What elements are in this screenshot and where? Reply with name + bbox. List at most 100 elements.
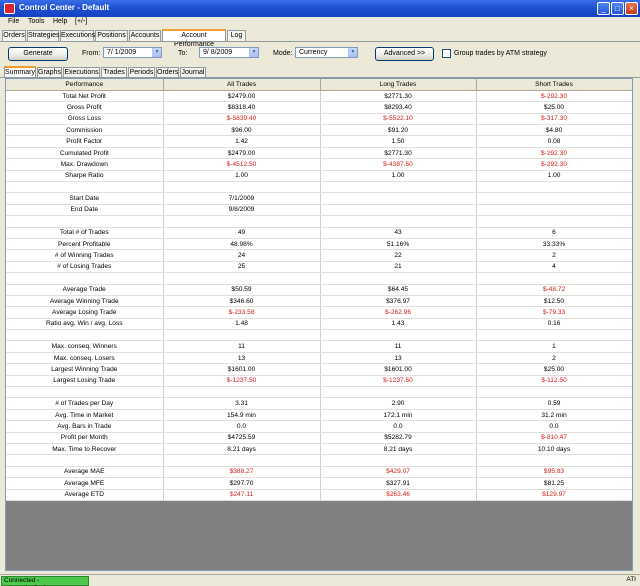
row-label: Average Losing Trade	[6, 306, 164, 319]
tab-account-performance[interactable]: Account Performance	[162, 29, 226, 48]
table-cell: $-292.30	[476, 158, 632, 171]
table-cell: $-317.30	[476, 113, 632, 126]
table-row[interactable]: Average ETD $247.11 $263.46 $129.97	[6, 489, 632, 501]
header-all-trades[interactable]: All Trades	[163, 79, 321, 91]
table-row[interactable]: Average Trade $50.59 $64.45 $-48.72	[6, 284, 632, 296]
menu-file[interactable]: File	[8, 18, 19, 25]
table-row[interactable]: Average Losing Trade $-233.58 $-262.96 $-79…	[6, 306, 632, 319]
table-row[interactable]: Average MFE $297.70 $327.91 $81.25	[6, 477, 632, 490]
table-cell: 1.48	[163, 318, 321, 331]
table-cell	[320, 215, 477, 228]
table-row[interactable]: Avg. Time in Market 154.9 min 172.1 min 31.…	[6, 409, 632, 422]
table-cell: 2	[476, 352, 632, 365]
table-cell: $95.83	[476, 466, 632, 479]
to-date-picker[interactable]: 9/ 8/2009 ▼	[199, 47, 259, 58]
header-short-trades[interactable]: Short Trades	[476, 79, 632, 91]
table-cell: 0.16	[476, 318, 632, 331]
table-row[interactable]	[6, 386, 632, 399]
table-cell: 0.08	[476, 135, 632, 148]
table-row[interactable]: Gross Profit $8318.40 $8293.40 $25.00	[6, 101, 632, 114]
tab-strategies[interactable]: Strategies	[27, 30, 60, 41]
table-row[interactable]: Largest Winning Trade $1601.00 $1601.00 $25…	[6, 363, 632, 376]
table-row[interactable]: Start Date 7/1/2009	[6, 192, 632, 205]
table-row[interactable]: Avg. Bars in Trade 0.0 0.0 0.0	[6, 420, 632, 433]
table-row[interactable]: Cumulated Profit $2479.00 $2771.30 $-292.30	[6, 147, 632, 160]
table-cell: $346.60	[163, 295, 321, 308]
table-cell: 9/8/2009	[163, 204, 321, 217]
table-row[interactable]: End Date 9/8/2009	[6, 204, 632, 217]
from-date-picker[interactable]: 7/ 1/2009 ▼	[103, 47, 162, 58]
performance-table-area[interactable]: Performance All Trades Long Trades Short…	[5, 78, 633, 571]
table-cell: $64.45	[320, 284, 477, 296]
minimize-button[interactable]: _	[597, 2, 610, 15]
table-cell	[6, 454, 164, 467]
chevron-down-icon[interactable]: ▼	[249, 48, 258, 57]
menu-tools[interactable]: Tools	[28, 18, 44, 25]
title-bar[interactable]: Control Center - Default _ □ ×	[0, 0, 640, 17]
group-by-atm-label: Group trades by ATM strategy	[454, 50, 547, 57]
table-row[interactable]	[6, 454, 632, 467]
table-row[interactable]: # of Trades per Day 3.31 2.90 0.59	[6, 397, 632, 410]
table-row[interactable]: Profit per Month $4725.59 $5282.79 $-810.47	[6, 432, 632, 445]
table-row[interactable]: Average MAE $388.27 $429.07 $95.83	[6, 466, 632, 479]
table-row[interactable]: Sharpe Ratio 1.00 1.00 1.00	[6, 170, 632, 183]
table-cell: 11	[320, 340, 477, 353]
table-row[interactable]: Gross Loss $-5839.40 $-5522.10 $-317.30	[6, 113, 632, 126]
table-row[interactable]: Max. conseq. Winners 11 11 1	[6, 340, 632, 353]
header-long-trades[interactable]: Long Trades	[320, 79, 477, 91]
table-row[interactable]: Percent Profitable 48.98% 51.16% 33.33%	[6, 238, 632, 251]
table-row[interactable]: Max. Time to Recover 8.21 days 8.21 days 10…	[6, 443, 632, 456]
close-button[interactable]: ×	[625, 2, 638, 15]
table-row[interactable]: Commission $96.00 $91.20 $4.80	[6, 124, 632, 137]
tab-accounts[interactable]: Accounts	[129, 30, 161, 41]
row-label: Sharpe Ratio	[6, 170, 164, 183]
table-row[interactable]	[6, 329, 632, 342]
table-cell: $-1237.50	[320, 375, 477, 388]
tab-positions[interactable]: Positions	[95, 30, 128, 41]
menu-expand[interactable]: [+/-]	[75, 18, 87, 25]
table-row[interactable]: # of Winning Trades 24 22 2	[6, 249, 632, 262]
table-cell: 43	[320, 227, 477, 239]
table-cell: $-262.96	[320, 306, 477, 319]
table-cell: $5282.79	[320, 432, 477, 445]
menu-help[interactable]: Help	[53, 18, 67, 25]
table-row[interactable]: Max. conseq. Losers 13 13 2	[6, 352, 632, 365]
row-label: Total Net Profit	[6, 90, 164, 103]
generate-button[interactable]: Generate	[8, 47, 68, 61]
table-row[interactable]: # of Losing Trades 25 21 4	[6, 261, 632, 274]
main-tabs-divider	[0, 41, 640, 42]
table-cell: $247.11	[163, 489, 321, 501]
table-row[interactable]	[6, 272, 632, 285]
chevron-down-icon[interactable]: ▼	[348, 48, 357, 57]
table-cell: $-4387.50	[320, 158, 477, 171]
table-row[interactable]: Largest Losing Trade $-1237.50 $-1237.50 $-…	[6, 375, 632, 388]
table-row[interactable]: Profit Factor 1.42 1.50 0.08	[6, 135, 632, 148]
tab-executions[interactable]: Executions	[60, 30, 95, 41]
tab-log[interactable]: Log	[227, 30, 246, 41]
group-by-atm-checkbox[interactable]	[442, 49, 451, 58]
table-row[interactable]	[6, 181, 632, 194]
advanced-button[interactable]: Advanced >>	[375, 47, 434, 61]
maximize-button[interactable]: □	[611, 2, 624, 15]
table-row[interactable]: Average Winning Trade $346.60 $376.97 $12.5…	[6, 295, 632, 308]
row-label: Avg. Bars in Trade	[6, 420, 164, 433]
table-row[interactable]: Total # of Trades 49 43 6	[6, 227, 632, 239]
table-cell: 8.21 days	[320, 443, 477, 456]
table-cell	[6, 181, 164, 194]
chevron-down-icon[interactable]: ▼	[152, 48, 161, 57]
table-cell: 22	[320, 249, 477, 262]
table-cell: $-5522.10	[320, 113, 477, 126]
table-cell	[476, 215, 632, 228]
table-row[interactable]: Max. Drawdown $-4512.50 $-4387.50 $-292.30	[6, 158, 632, 171]
header-performance[interactable]: Performance	[6, 79, 164, 91]
mode-select[interactable]: Currency ▼	[295, 47, 358, 58]
table-cell: $2771.30	[320, 147, 477, 160]
table-row[interactable]: Ratio avg. Win / avg. Loss 1.48 1.43 0.16	[6, 318, 632, 331]
row-label: Largest Losing Trade	[6, 375, 164, 388]
table-row[interactable]	[6, 215, 632, 228]
row-label: Average ETD	[6, 489, 164, 501]
to-date-value: 9/ 8/2009	[203, 49, 233, 56]
table-row[interactable]: Total Net Profit $2479.00 $2771.30 $-292.30	[6, 90, 632, 103]
tab-orders[interactable]: Orders	[2, 30, 26, 41]
table-cell: 21	[320, 261, 477, 274]
